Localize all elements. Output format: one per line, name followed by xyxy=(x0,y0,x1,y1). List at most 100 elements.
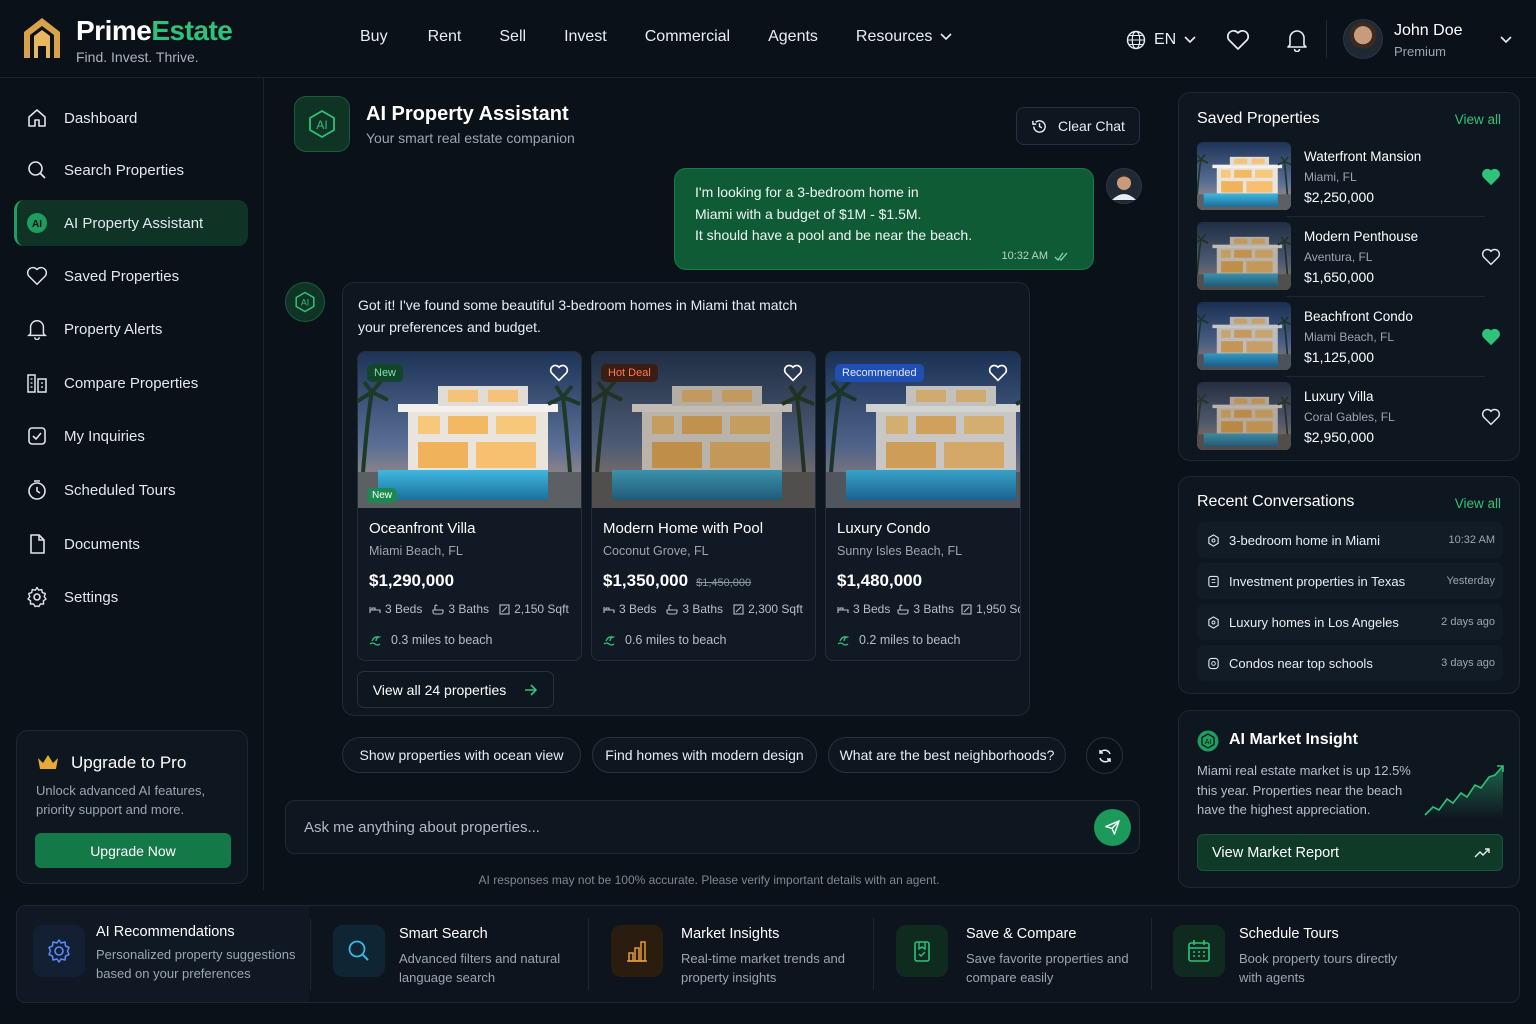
calendar-icon xyxy=(1173,925,1225,977)
view-all-properties-button[interactable]: View all 24 properties xyxy=(357,671,554,708)
assistant-avatar: AI xyxy=(285,282,325,322)
suggestion-chip[interactable]: Show properties with ocean view xyxy=(342,737,581,773)
ai-icon: AI xyxy=(309,109,335,139)
home-icon xyxy=(28,109,46,127)
sidebar-item-search[interactable]: Search Properties xyxy=(14,147,248,193)
heart-icon[interactable] xyxy=(1481,408,1501,426)
nav-sell[interactable]: Sell xyxy=(499,28,526,46)
property-specs: 3 Beds 3 Baths 2,150 Sqft xyxy=(369,602,569,616)
property-card[interactable]: New New Oceanfront Villa Miami Beach, FL… xyxy=(357,351,582,661)
heart-icon[interactable] xyxy=(1481,248,1501,266)
heart-icon[interactable] xyxy=(1226,29,1250,51)
conversation-item[interactable]: Condos near top schools 3 days ago xyxy=(1197,645,1503,681)
user-plan: Premium xyxy=(1394,44,1447,59)
refresh-suggestions-button[interactable] xyxy=(1086,737,1123,774)
saved-view-all-link[interactable]: View all xyxy=(1455,112,1501,127)
wave-icon xyxy=(369,636,382,646)
upgrade-button[interactable]: Upgrade Now xyxy=(35,833,231,868)
beach-distance: 0.6 miles to beach xyxy=(603,633,726,647)
upgrade-text: Unlock advanced AI features, priority su… xyxy=(36,783,206,817)
sidebar-item-label: Saved Properties xyxy=(64,267,180,285)
conversation-item[interactable]: 3-bedroom home in Miami 10:32 AM xyxy=(1197,522,1503,558)
feature-market-insights[interactable]: Market Insights Real-time market trends … xyxy=(595,906,873,1002)
chevron-down-icon[interactable] xyxy=(1500,36,1512,44)
house-logo-icon[interactable] xyxy=(22,16,62,60)
feature-save-compare[interactable]: Save & Compare Save favorite properties … xyxy=(880,906,1152,1002)
sidebar-item-settings[interactable]: Settings xyxy=(14,574,248,620)
nav-rent[interactable]: Rent xyxy=(428,28,462,46)
nav-buy[interactable]: Buy xyxy=(360,28,388,46)
property-name: Luxury Condo xyxy=(837,520,931,537)
property-badge: Hot Deal xyxy=(601,364,658,382)
feature-title: Smart Search xyxy=(399,926,488,942)
divider xyxy=(310,918,311,990)
page-subtitle: Your smart real estate companion xyxy=(366,130,575,146)
feature-schedule-tours[interactable]: Schedule Tours Book property tours direc… xyxy=(1157,906,1457,1002)
heart-icon[interactable] xyxy=(988,364,1008,382)
conversation-time: Yesterday xyxy=(1446,575,1495,587)
conversation-time: 10:32 AM xyxy=(1448,534,1495,546)
heart-filled-icon[interactable] xyxy=(1481,328,1501,346)
sidebar-item-inquiries[interactable]: My Inquiries xyxy=(14,413,248,459)
saved-property-row[interactable]: Beachfront Condo Miami Beach, FL $1,125,… xyxy=(1197,302,1503,372)
ai-icon: AI xyxy=(27,213,47,233)
saved-location: Coral Gables, FL xyxy=(1304,410,1395,424)
suggestion-chip[interactable]: What are the best neighborhoods? xyxy=(828,737,1066,773)
sidebar-item-dashboard[interactable]: Dashboard xyxy=(14,95,248,141)
beach-distance: 0.2 miles to beach xyxy=(837,633,960,647)
send-icon xyxy=(1105,820,1120,835)
saved-property-row[interactable]: Modern Penthouse Aventura, FL $1,650,000 xyxy=(1197,222,1503,292)
property-card[interactable]: Hot Deal Modern Home with Pool Coconut G… xyxy=(591,351,816,661)
property-location: Sunny Isles Beach, FL xyxy=(837,544,963,558)
feature-smart-search[interactable]: Smart Search Advanced filters and natura… xyxy=(317,906,587,1002)
insight-title: AI Market Insight xyxy=(1229,731,1358,748)
property-card[interactable]: Recommended Luxury Condo Sunny Isles Bea… xyxy=(825,351,1021,661)
sidebar-item-compare[interactable]: Compare Properties xyxy=(14,360,248,406)
user-avatar[interactable] xyxy=(1343,19,1383,59)
feature-ai-recommendations[interactable]: AI Recommendations Personalized property… xyxy=(17,906,309,1002)
brand-name[interactable]: PrimeEstate xyxy=(76,15,233,47)
conversation-item[interactable]: Luxury homes in Los Angeles 2 days ago xyxy=(1197,604,1503,640)
feature-desc: Advanced filters and natural language se… xyxy=(399,951,561,985)
sidebar-item-label: Search Properties xyxy=(64,161,185,179)
sidebar-item-alerts[interactable]: Property Alerts xyxy=(14,306,248,352)
saved-location: Miami Beach, FL xyxy=(1304,330,1395,344)
conversations-view-all-link[interactable]: View all xyxy=(1455,496,1501,511)
saved-thumbnail xyxy=(1197,222,1291,290)
sidebar-item-tours[interactable]: Scheduled Tours xyxy=(14,467,248,513)
nav-agents[interactable]: Agents xyxy=(768,28,818,46)
feature-title: Schedule Tours xyxy=(1239,926,1339,942)
saved-price: $1,125,000 xyxy=(1304,349,1375,365)
upgrade-title: Upgrade to Pro xyxy=(71,753,187,772)
saved-property-row[interactable]: Luxury Villa Coral Gables, FL $2,950,000 xyxy=(1197,382,1503,452)
features-bar: AI Recommendations Personalized property… xyxy=(16,905,1520,1003)
heart-filled-icon[interactable] xyxy=(1481,168,1501,186)
nav-resources[interactable]: Resources xyxy=(856,28,952,46)
sidebar-item-label: AI Property Assistant xyxy=(64,214,204,232)
sidebar-item-label: Compare Properties xyxy=(64,374,199,392)
nav-commercial[interactable]: Commercial xyxy=(645,28,730,46)
trend-up-icon xyxy=(1474,847,1490,857)
price-value: $1,350,000 xyxy=(603,571,689,590)
view-market-report-button[interactable]: View Market Report xyxy=(1197,834,1503,871)
sidebar-item-ai-assistant[interactable]: AI AI Property Assistant xyxy=(14,200,248,246)
beds: 3 Beds xyxy=(385,602,423,616)
sidebar-item-documents[interactable]: Documents xyxy=(14,521,248,567)
language-selector[interactable]: EN xyxy=(1126,30,1196,50)
sidebar-item-saved[interactable]: Saved Properties xyxy=(14,253,248,299)
suggestion-chip[interactable]: Find homes with modern design xyxy=(592,737,817,773)
sidebar-item-label: Documents xyxy=(64,535,140,553)
chat-input[interactable] xyxy=(304,801,1064,853)
nav-invest[interactable]: Invest xyxy=(564,28,607,46)
clear-chat-button[interactable]: Clear Chat xyxy=(1016,107,1140,145)
conversation-item[interactable]: Investment properties in Texas Yesterday xyxy=(1197,563,1503,599)
saved-properties-panel: Saved Properties View all Waterfront Man… xyxy=(1178,92,1520,461)
divider xyxy=(1151,918,1152,990)
send-button[interactable] xyxy=(1094,809,1131,846)
bell-icon[interactable] xyxy=(1286,28,1308,52)
property-badge: New xyxy=(367,364,404,382)
heart-icon[interactable] xyxy=(783,364,803,382)
compare-icon xyxy=(27,374,47,393)
saved-property-row[interactable]: Waterfront Mansion Miami, FL $2,250,000 xyxy=(1197,142,1503,212)
heart-icon[interactable] xyxy=(549,364,569,382)
